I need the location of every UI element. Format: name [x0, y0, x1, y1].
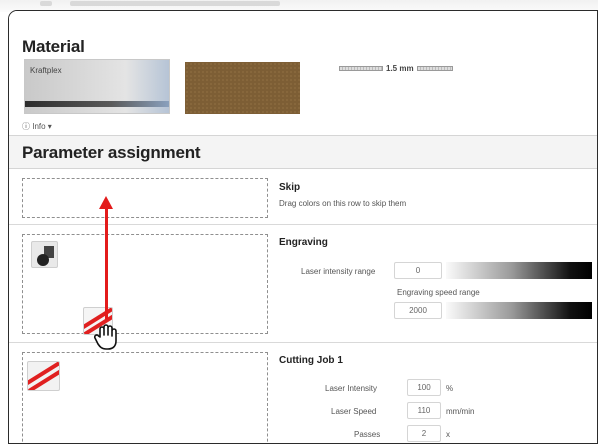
engraving-title: Engraving: [279, 237, 328, 248]
material-color-swatch: [185, 62, 300, 114]
material-name: Kraftplex: [30, 66, 62, 75]
laser-speed-input[interactable]: 110: [407, 402, 441, 419]
drag-arrow-head-icon: [99, 196, 113, 209]
laser-speed-label: Laser Speed: [331, 407, 377, 416]
skip-drop-zone[interactable]: [22, 178, 268, 218]
hand-cursor-icon: [93, 324, 117, 350]
skip-row: Skip Drag colors on this row to skip the…: [9, 169, 597, 225]
skip-description: Drag colors on this row to skip them: [279, 199, 407, 208]
info-toggle[interactable]: ⓘ Info ▾: [22, 121, 52, 132]
material-edge-graphic: [25, 101, 169, 107]
thickness-indicator: 1.5 mm: [339, 64, 453, 73]
laser-intensity-label: Laser Intensity: [325, 384, 378, 393]
material-section: Material Kraftplex 1.5 mm ⓘ Info ▾: [9, 11, 597, 135]
engraving-speed-range-input[interactable]: 2000: [394, 302, 442, 319]
engraving-speed-gradient[interactable]: [446, 302, 592, 319]
cutting-job-title: Cutting Job 1: [279, 355, 343, 366]
cutting-job-row: Cutting Job 1 Laser Intensity 100 % Lase…: [9, 343, 597, 443]
engraving-drop-zone[interactable]: [22, 234, 268, 334]
material-thumbnail[interactable]: Kraftplex: [24, 59, 170, 114]
material-heading: Material: [22, 37, 85, 56]
thickness-bar-left: [339, 66, 383, 71]
passes-input[interactable]: 2: [407, 425, 441, 442]
thickness-bar-right: [416, 66, 453, 71]
laser-intensity-gradient[interactable]: [446, 262, 592, 279]
thickness-value: 1.5 mm: [386, 64, 414, 73]
laser-speed-unit: mm/min: [446, 407, 475, 416]
info-icon: ⓘ: [22, 122, 30, 131]
parameter-assignment-header: Parameter assignment: [9, 135, 597, 169]
engraving-circle-shape: [37, 254, 49, 266]
engraving-speed-range-label: Engraving speed range: [397, 288, 480, 297]
laser-intensity-unit: %: [446, 384, 454, 393]
laser-job-panel: Material Kraftplex 1.5 mm ⓘ Info ▾ Param…: [8, 10, 598, 444]
passes-unit: x: [446, 430, 450, 439]
info-label: Info ▾: [32, 122, 52, 131]
laser-intensity-range-input[interactable]: 0: [394, 262, 442, 279]
drag-arrow-shaft: [105, 207, 108, 319]
cutting-color-icon[interactable]: [27, 361, 60, 391]
skip-title: Skip: [279, 182, 301, 193]
engraving-color-icon[interactable]: [31, 241, 58, 268]
parameter-assignment-heading: Parameter assignment: [22, 143, 201, 162]
laser-intensity-input[interactable]: 100: [407, 379, 441, 396]
laser-intensity-range-label: Laser intensity range: [301, 267, 376, 276]
passes-label: Passes: [354, 430, 381, 439]
